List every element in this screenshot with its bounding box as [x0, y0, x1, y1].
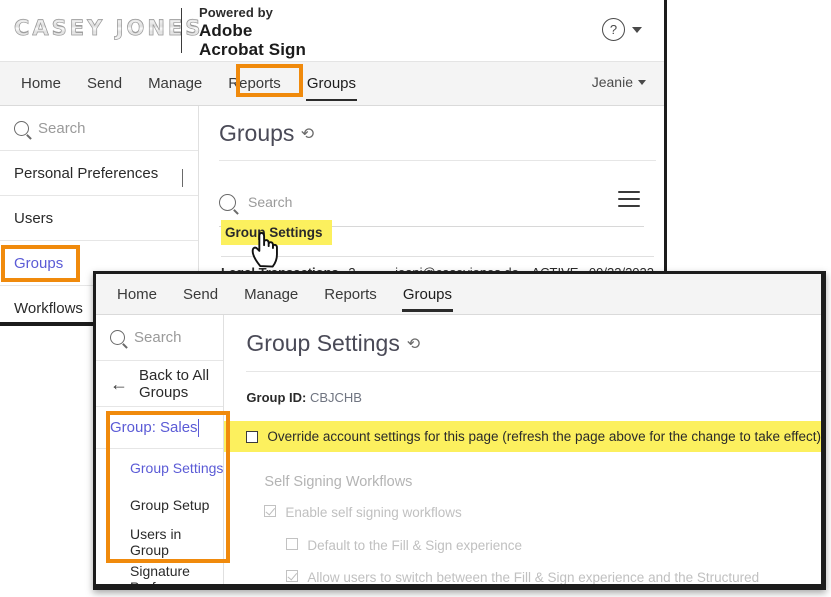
nav-tab-send[interactable]: Send [74, 66, 135, 101]
foreground-window: Home Send Manage Reports Groups Search ←… [93, 271, 826, 590]
page-title-text: Group Settings [246, 330, 399, 357]
product-name-line2: Acrobat Sign [199, 40, 306, 59]
nav-tab-manage[interactable]: Manage [135, 66, 215, 101]
group-selector-label: Group: Sales [110, 419, 198, 436]
option-enable-self-signing[interactable]: Enable self signing workflows [264, 503, 821, 523]
override-account-settings-row[interactable]: Override account settings for this page … [224, 421, 821, 452]
front-main-nav: Home Send Manage Reports Groups [96, 274, 821, 315]
checkbox-default-fill-sign[interactable] [286, 538, 298, 550]
sidebar-item-users[interactable]: Users [0, 196, 198, 241]
sidebar-item-label: Users in Group [130, 526, 223, 558]
nav-tab-groups[interactable]: Groups [294, 66, 369, 101]
product-name-line1: Adobe [199, 21, 306, 40]
override-label: Override account settings for this page … [267, 429, 821, 444]
hamburger-icon[interactable] [618, 191, 640, 211]
sidebar-item-group-settings[interactable]: Group Settings [96, 449, 223, 486]
option-default-fill-sign[interactable]: Default to the Fill & Sign experience [286, 536, 821, 556]
group-selector-header[interactable]: Group: Sales [96, 407, 223, 449]
front-sidebar: Search ← Back to All Groups Group: Sales… [96, 315, 224, 585]
sidebar-item-personal-preferences[interactable]: Personal Preferences [0, 151, 198, 196]
sidebar-item-signature-preferences[interactable]: Signature Preferences [96, 560, 223, 590]
search-icon [14, 121, 29, 136]
refresh-icon[interactable]: ⟳ [407, 334, 420, 354]
search-icon [110, 330, 125, 345]
chevron-up-icon[interactable] [198, 419, 199, 437]
back-to-all-groups-link[interactable]: ← Back to All Groups [96, 361, 223, 407]
sidebar-search-placeholder: Search [134, 329, 182, 346]
option-label: Default to the Fill & Sign experience [307, 536, 522, 556]
sidebar-item-label: Groups [14, 255, 63, 272]
user-menu-label: Jeanie [592, 74, 633, 90]
back-link-label: Back to All Groups [139, 367, 209, 401]
sidebar-item-label: Workflows [14, 300, 83, 317]
user-menu[interactable]: Jeanie [592, 74, 646, 90]
sidebar-item-label: Group Setup [130, 497, 209, 513]
sidebar-item-users-in-group[interactable]: Users in Group [96, 523, 223, 560]
page-title: Groups ⟳ [219, 106, 656, 161]
sidebar-item-group-setup[interactable]: Group Setup [96, 486, 223, 523]
page-title-text: Groups [219, 120, 294, 147]
sidebar-search-input[interactable]: Search [0, 106, 198, 151]
sidebar-search-input[interactable]: Search [96, 315, 223, 361]
sidebar-item-label: Signature Preferences [130, 563, 223, 591]
group-id-row: Group ID: CBJCHB [246, 390, 821, 405]
override-checkbox[interactable] [246, 431, 258, 443]
refresh-icon[interactable]: ⟳ [301, 124, 314, 144]
nav-tab-manage[interactable]: Manage [231, 277, 311, 312]
powered-by-block: Powered by Adobe Acrobat Sign [199, 6, 306, 59]
page-title: Group Settings ⟳ [246, 315, 821, 372]
powered-by-label: Powered by [199, 6, 306, 21]
nav-tab-home[interactable]: Home [8, 66, 74, 101]
nav-tab-reports[interactable]: Reports [215, 66, 294, 101]
back-main-nav: Home Send Manage Reports Groups Jeanie [0, 62, 664, 106]
sidebar-item-label: Group Settings [130, 460, 223, 476]
option-allow-switch-experience[interactable]: Allow users to switch between the Fill &… [286, 568, 821, 590]
section-title-self-signing: Self Signing Workflows [264, 474, 821, 490]
help-menu[interactable]: ? [602, 18, 642, 41]
nav-tab-home[interactable]: Home [104, 277, 170, 312]
hand-cursor-icon [249, 228, 283, 268]
chevron-down-icon[interactable] [632, 27, 642, 33]
group-id-label: Group ID: [246, 390, 306, 405]
brand-bar: CASEY JONES Powered by Adobe Acrobat Sig… [0, 0, 664, 62]
groups-search-placeholder: Search [248, 194, 292, 210]
company-logo-text: CASEY JONES [14, 16, 203, 40]
sidebar-search-placeholder: Search [38, 120, 86, 137]
question-circle-icon[interactable]: ? [602, 18, 625, 41]
arrow-left-icon: ← [110, 375, 128, 393]
option-label: Allow users to switch between the Fill &… [307, 568, 762, 590]
checkbox-enable-self-signing[interactable] [264, 505, 276, 517]
front-main-pane: Group Settings ⟳ Group ID: CBJCHB Overri… [224, 315, 821, 585]
nav-tab-groups[interactable]: Groups [390, 277, 465, 312]
front-window-body: Search ← Back to All Groups Group: Sales… [96, 315, 821, 585]
chevron-down-icon[interactable] [182, 169, 183, 187]
nav-tab-send[interactable]: Send [170, 277, 231, 312]
chevron-down-icon[interactable] [638, 80, 646, 85]
search-icon [219, 194, 236, 211]
nav-tab-reports[interactable]: Reports [311, 277, 390, 312]
group-id-value: CBJCHB [310, 390, 362, 405]
sidebar-item-label: Users [14, 210, 53, 227]
company-logo: CASEY JONES [14, 10, 164, 46]
checkbox-allow-switch-experience[interactable] [286, 570, 298, 582]
brand-divider [181, 8, 182, 53]
option-label: Enable self signing workflows [285, 503, 461, 523]
sidebar-item-label: Personal Preferences [14, 165, 158, 182]
